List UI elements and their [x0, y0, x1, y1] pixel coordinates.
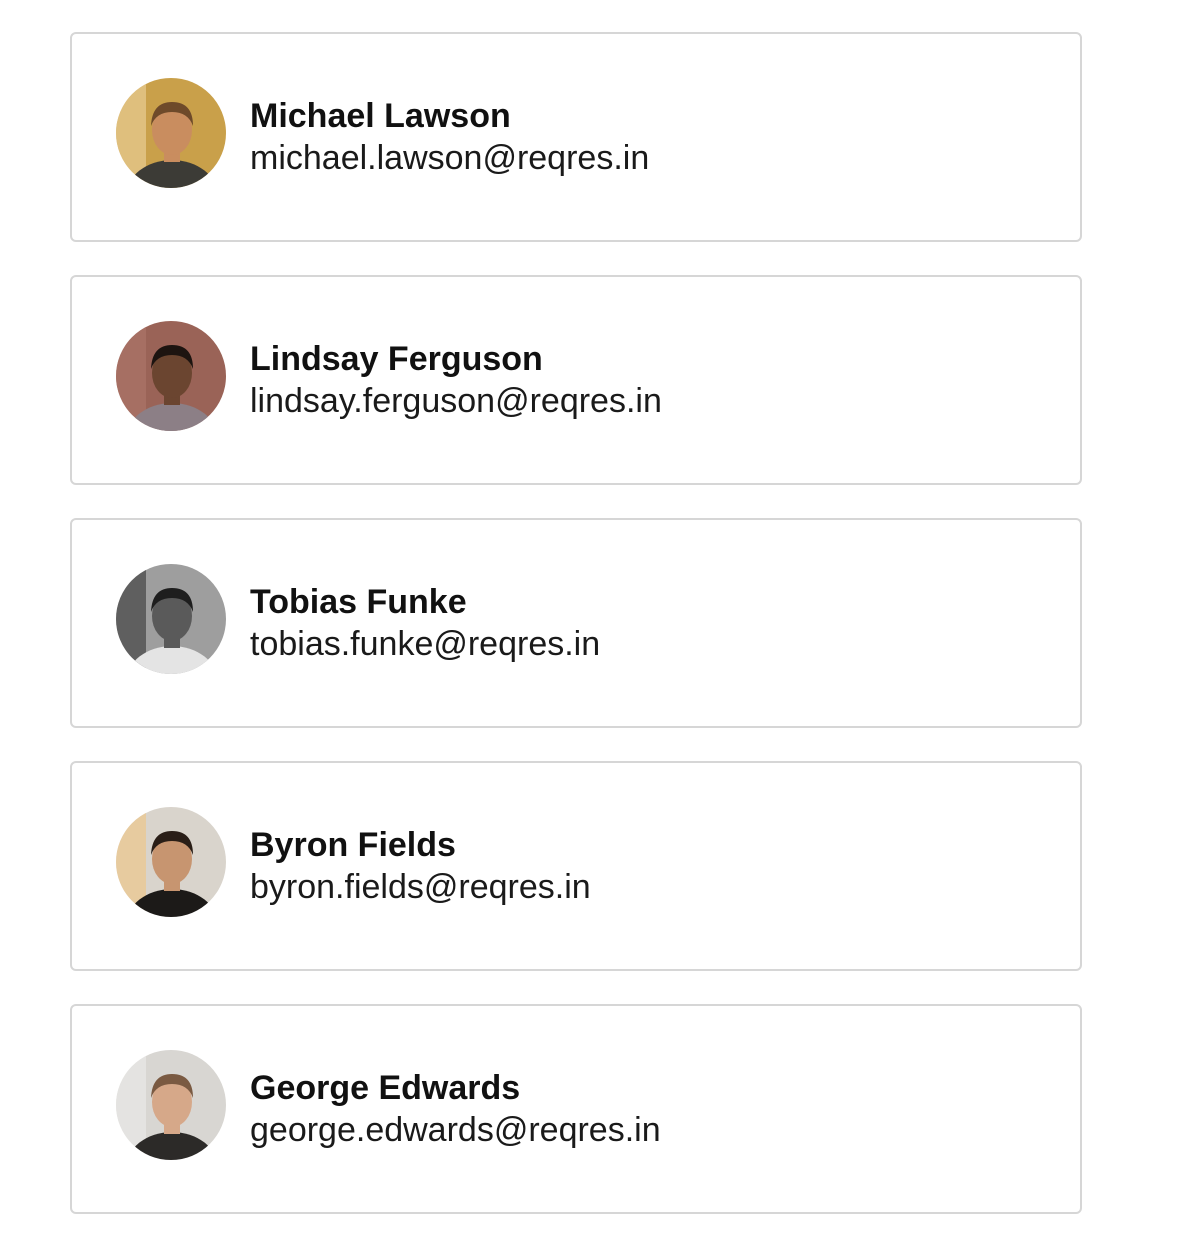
user-info: Tobias Funke tobias.funke@reqres.in [250, 582, 600, 666]
user-card[interactable]: Byron Fields byron.fields@reqres.in [70, 761, 1082, 971]
avatar-photo [116, 321, 226, 431]
avatar [116, 807, 226, 917]
user-card[interactable]: Tobias Funke tobias.funke@reqres.in [70, 518, 1082, 728]
user-card[interactable]: George Edwards george.edwards@reqres.in [70, 1004, 1082, 1214]
user-list: Michael Lawson michael.lawson@reqres.in … [70, 32, 1082, 1214]
user-name: Byron Fields [250, 826, 456, 864]
user-info: Byron Fields byron.fields@reqres.in [250, 825, 591, 909]
avatar [116, 1050, 226, 1160]
user-email: george.edwards@reqres.in [250, 1111, 661, 1149]
user-email: lindsay.ferguson@reqres.in [250, 382, 662, 420]
user-card[interactable]: Lindsay Ferguson lindsay.ferguson@reqres… [70, 275, 1082, 485]
user-info: Lindsay Ferguson lindsay.ferguson@reqres… [250, 339, 662, 423]
user-name: Michael Lawson [250, 97, 511, 135]
user-name: Tobias Funke [250, 583, 467, 621]
avatar [116, 564, 226, 674]
avatar [116, 321, 226, 431]
user-card[interactable]: Michael Lawson michael.lawson@reqres.in [70, 32, 1082, 242]
user-email: byron.fields@reqres.in [250, 868, 591, 906]
avatar-photo [116, 564, 226, 674]
user-email: tobias.funke@reqres.in [250, 625, 601, 663]
user-info: George Edwards george.edwards@reqres.in [250, 1068, 661, 1152]
avatar-photo [116, 1050, 226, 1160]
user-email: michael.lawson@reqres.in [250, 139, 650, 177]
avatar-photo [116, 807, 226, 917]
user-name: George Edwards [250, 1069, 521, 1107]
avatar [116, 78, 226, 188]
user-info: Michael Lawson michael.lawson@reqres.in [250, 96, 649, 180]
avatar-photo [116, 78, 226, 188]
user-name: Lindsay Ferguson [250, 340, 543, 378]
